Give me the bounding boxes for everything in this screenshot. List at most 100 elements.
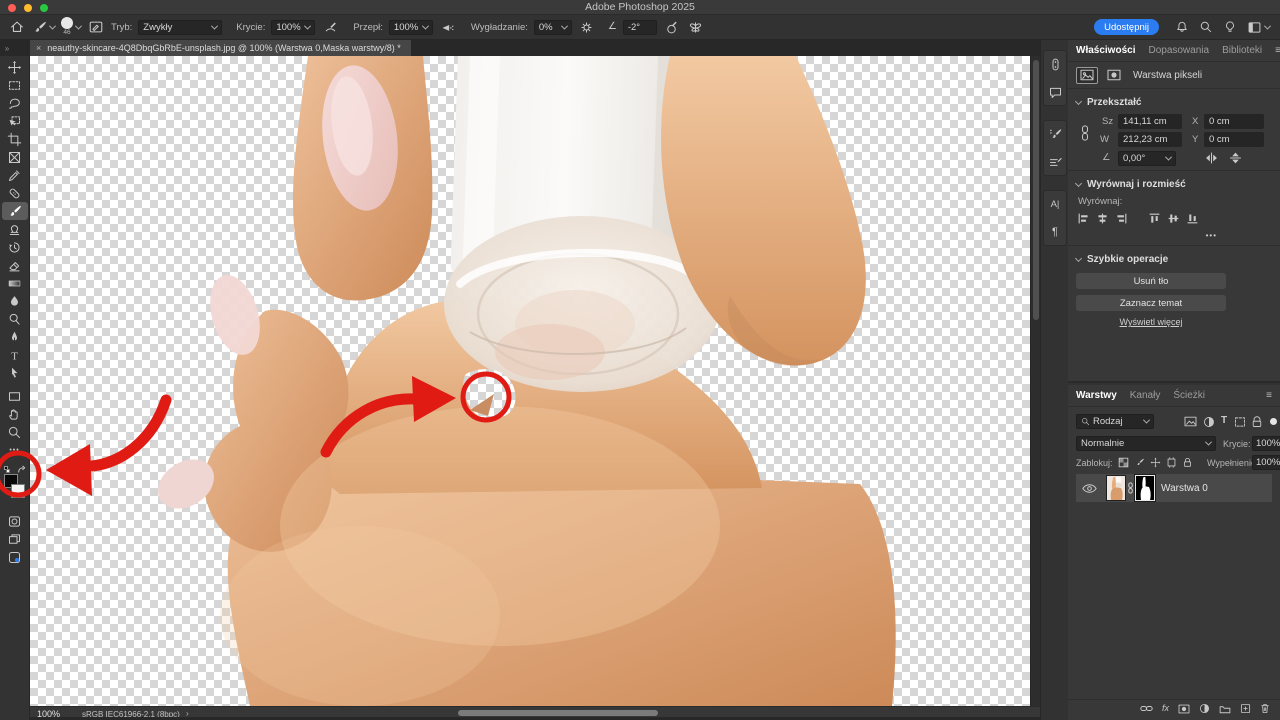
opacity-select[interactable]: 100% xyxy=(271,20,315,35)
shape-tool[interactable] xyxy=(2,387,28,405)
airbrush-icon[interactable] xyxy=(439,17,457,37)
fill-select[interactable]: 100% xyxy=(1252,455,1280,470)
align-top-icon[interactable] xyxy=(1147,211,1161,225)
vertical-scrollbar-thumb[interactable] xyxy=(1033,60,1039,320)
tab-layers[interactable]: Warstwy xyxy=(1076,390,1117,401)
screen-mode-icon[interactable] xyxy=(2,530,28,548)
zoom-tool[interactable] xyxy=(2,423,28,441)
crop-tool[interactable] xyxy=(2,130,28,148)
brush-tool[interactable] xyxy=(2,202,28,220)
move-tool[interactable] xyxy=(2,58,28,76)
history-brush-tool[interactable] xyxy=(2,238,28,256)
flip-horizontal-icon[interactable] xyxy=(1204,151,1219,165)
object-selection-tool[interactable] xyxy=(2,112,28,130)
lasso-tool[interactable] xyxy=(2,94,28,112)
healing-brush-tool[interactable] xyxy=(2,184,28,202)
align-center-vertical-icon[interactable] xyxy=(1166,211,1180,225)
tab-paths[interactable]: Ścieżki xyxy=(1173,390,1205,401)
layer-mask-icon[interactable] xyxy=(1103,67,1125,84)
quick-actions-header[interactable]: Szybkie operacje xyxy=(1076,251,1272,267)
align-right-icon[interactable] xyxy=(1114,211,1128,225)
blend-mode-select[interactable]: Zwykły xyxy=(138,20,222,35)
swap-colors-icon[interactable] xyxy=(17,465,27,474)
tab-libraries[interactable]: Biblioteki xyxy=(1222,45,1262,56)
panel-menu-icon[interactable]: ≡ xyxy=(1275,45,1280,56)
layers-blend-mode-select[interactable]: Normalnie xyxy=(1076,436,1216,451)
y-input[interactable]: 0 cm xyxy=(1204,132,1264,147)
lock-transparency-icon[interactable] xyxy=(1118,457,1129,468)
quick-mask-icon[interactable] xyxy=(2,512,28,530)
tab-properties[interactable]: Właściwości xyxy=(1076,45,1135,56)
show-more-link[interactable]: Wyświetl więcej xyxy=(1076,317,1226,327)
new-layer-icon[interactable] xyxy=(1240,703,1251,714)
status-options-chevron-icon[interactable]: › xyxy=(186,709,189,718)
layer-row[interactable]: Warstwa 0 xyxy=(1076,474,1272,502)
clone-stamp-tool[interactable] xyxy=(2,220,28,238)
link-layers-icon[interactable] xyxy=(1140,704,1153,713)
smoothing-select[interactable]: 0% xyxy=(534,20,572,35)
workspace-switcher-icon[interactable] xyxy=(1247,20,1270,35)
height-input[interactable]: 212,23 cm xyxy=(1118,132,1182,147)
symmetry-butterfly-icon[interactable] xyxy=(687,17,705,37)
tab-channels[interactable]: Kanały xyxy=(1130,390,1161,401)
layer-visibility-eye-icon[interactable] xyxy=(1082,483,1097,494)
transform-header[interactable]: Przekształć xyxy=(1076,94,1272,110)
align-bottom-icon[interactable] xyxy=(1185,211,1199,225)
edit-in-app-icon[interactable] xyxy=(2,548,28,566)
new-group-folder-icon[interactable] xyxy=(1219,704,1231,714)
history-panel-icon[interactable] xyxy=(1045,54,1065,74)
layer-filter-select[interactable]: Rodzaj xyxy=(1076,414,1154,429)
character-panel-icon[interactable]: A| xyxy=(1045,194,1065,214)
comments-panel-icon[interactable] xyxy=(1045,82,1065,102)
lock-artboard-icon[interactable] xyxy=(1166,457,1177,468)
align-more-icon[interactable]: ••• xyxy=(1076,231,1217,240)
eraser-tool[interactable] xyxy=(2,256,28,274)
filter-adjustment-layers-icon[interactable] xyxy=(1203,416,1215,428)
align-center-horizontal-icon[interactable] xyxy=(1095,211,1109,225)
path-selection-tool[interactable] xyxy=(2,364,28,382)
layer-thumbnail[interactable] xyxy=(1106,475,1126,501)
align-left-icon[interactable] xyxy=(1076,211,1090,225)
paragraph-panel-icon[interactable]: ¶ xyxy=(1045,222,1065,242)
background-color-swatch[interactable] xyxy=(11,484,25,498)
brush-size-picker[interactable]: 46 xyxy=(61,17,81,37)
brush-settings-toggle-icon[interactable] xyxy=(87,17,105,37)
lock-position-icon[interactable] xyxy=(1150,457,1161,468)
opacity-pressure-icon[interactable] xyxy=(321,17,339,37)
tab-close-icon[interactable]: × xyxy=(36,43,41,53)
dodge-tool[interactable] xyxy=(2,310,28,328)
size-pressure-icon[interactable] xyxy=(663,17,681,37)
share-button[interactable]: Udostępnij xyxy=(1094,19,1159,35)
home-icon[interactable] xyxy=(8,17,26,37)
document-tab[interactable]: × neauthy-skincare-4Q8DbqGbRbE-unsplash.… xyxy=(30,40,411,56)
pixel-layer-icon[interactable] xyxy=(1076,67,1098,84)
horizontal-scrollbar-thumb[interactable] xyxy=(458,710,658,716)
filter-smart-objects-icon[interactable] xyxy=(1251,416,1263,428)
lock-all-icon[interactable] xyxy=(1182,457,1193,468)
tab-overflow-icon[interactable]: » xyxy=(0,40,14,56)
brush-settings-panel-icon[interactable] xyxy=(1045,124,1065,144)
layer-effects-icon[interactable]: fx xyxy=(1162,704,1169,713)
canvas-vertical-scrollbar[interactable] xyxy=(1030,56,1040,706)
gradient-tool[interactable] xyxy=(2,274,28,292)
rotate-angle-select[interactable]: 0,00° xyxy=(1118,151,1176,166)
hand-tool[interactable] xyxy=(2,405,28,423)
add-adjustment-icon[interactable] xyxy=(1199,703,1210,714)
eyedropper-tool[interactable] xyxy=(2,166,28,184)
align-header[interactable]: Wyrównaj i rozmieść xyxy=(1076,176,1272,192)
edit-toolbar-icon[interactable]: ••• xyxy=(2,441,28,459)
filter-pixel-layers-icon[interactable] xyxy=(1184,416,1197,427)
notifications-bell-icon[interactable] xyxy=(1175,20,1189,34)
brush-tool-preset-icon[interactable] xyxy=(32,17,55,37)
type-tool[interactable]: T xyxy=(2,346,28,364)
pen-tool[interactable] xyxy=(2,328,28,346)
layer-mask-link-icon[interactable] xyxy=(1127,482,1134,494)
layers-opacity-select[interactable]: 100% xyxy=(1252,436,1280,451)
frame-tool[interactable] xyxy=(2,148,28,166)
add-mask-icon[interactable] xyxy=(1178,704,1190,714)
default-colors-icon[interactable] xyxy=(4,466,11,473)
width-input[interactable]: 141,11 cm xyxy=(1118,114,1182,129)
delete-layer-trash-icon[interactable] xyxy=(1260,703,1270,714)
flip-vertical-icon[interactable] xyxy=(1228,151,1243,165)
brush-angle-input[interactable]: -2° xyxy=(623,20,657,35)
